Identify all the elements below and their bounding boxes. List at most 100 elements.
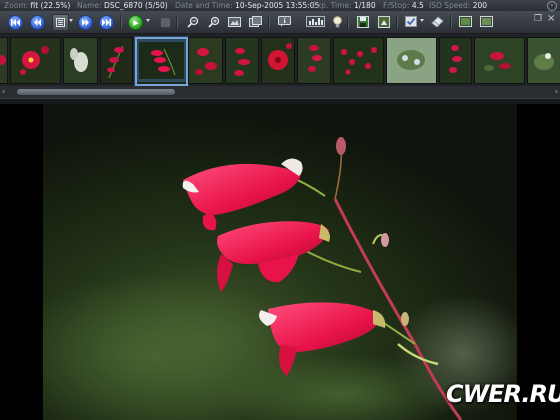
filmstrip-thumbnail[interactable] — [63, 37, 98, 84]
filmstrip-thumbnail[interactable] — [0, 37, 8, 84]
check-button[interactable] — [403, 14, 418, 29]
first-image-button[interactable] — [8, 15, 23, 30]
datetime-value: 10-Sep-2005 13:55:05 — [235, 1, 320, 10]
scroll-left-icon[interactable]: ‹ — [2, 88, 10, 96]
export-button[interactable] — [376, 14, 391, 29]
thumbnail-view-icon — [459, 16, 472, 27]
fstop-label: F/Stop: — [383, 1, 410, 10]
thumbnail-image — [298, 38, 330, 83]
zoom-info: Zoom: fit (22.5%) — [4, 0, 70, 11]
exposure-value: 1/180 — [353, 1, 376, 10]
zoom-out-icon — [186, 16, 198, 28]
thumbnail-image — [189, 38, 222, 83]
toolbar: ▶ ❐ × — [0, 11, 560, 34]
iso-info: ISO Speed: 200 — [429, 0, 487, 11]
next-image-icon — [82, 19, 89, 26]
next-image-button[interactable] — [78, 15, 93, 30]
toolbar-separator — [396, 15, 398, 29]
info-icon — [278, 16, 291, 27]
watermark-text: CWER.RU — [446, 380, 560, 408]
main-photo — [43, 104, 517, 420]
datetime-label: Date and Time: — [175, 1, 233, 10]
light-bulb-icon — [333, 15, 342, 27]
toolbar-separator — [347, 15, 349, 29]
toolbar-separator — [268, 15, 270, 29]
exposure-info: Exp. Time: 1/180 — [312, 0, 376, 11]
thumbnail-image — [334, 38, 383, 83]
info-bar-close-icon[interactable]: › — [547, 1, 557, 11]
filmstrip-thumbnail[interactable] — [261, 37, 295, 84]
thumbnail-view-button[interactable] — [458, 14, 473, 29]
filmstrip-thumbnail[interactable] — [225, 37, 259, 84]
slideshow-dropdown-icon[interactable] — [146, 19, 150, 22]
fstop-info: F/Stop: 4.5 — [383, 0, 424, 11]
image-menu-dropdown-icon[interactable] — [69, 19, 73, 22]
stop-slideshow-button[interactable] — [160, 17, 171, 28]
zoom-label: Zoom: — [4, 1, 29, 10]
first-image-icon — [11, 19, 20, 26]
save-icon — [356, 15, 369, 28]
fit-to-window-button[interactable] — [227, 14, 242, 29]
thumbnail-image — [387, 38, 436, 83]
fit-to-window-icon — [228, 16, 241, 27]
name-label: Name: — [77, 1, 102, 10]
thumbnail-image — [11, 38, 60, 83]
thumbnail-image — [440, 38, 471, 83]
window-icon — [480, 16, 493, 27]
last-image-button[interactable] — [99, 15, 114, 30]
scrollbar-thumb[interactable] — [17, 89, 175, 95]
name-value: DSC_6870 (5/50) — [104, 1, 168, 10]
image-menu-button[interactable] — [52, 14, 69, 31]
exposure-label: Exp. Time: — [312, 1, 352, 10]
thumbnail-image — [528, 38, 560, 83]
full-screen-button[interactable] — [248, 14, 263, 29]
play-slideshow-icon: ▶ — [133, 18, 139, 27]
filmstrip-thumbnail[interactable] — [297, 37, 331, 84]
eraser-button[interactable] — [430, 14, 445, 29]
filmstrip-thumbnail[interactable] — [188, 37, 223, 84]
thumbnail-image — [137, 39, 186, 82]
thumbnail-image — [226, 38, 258, 83]
toolbar-separator — [120, 15, 122, 29]
restore-window-icon[interactable]: ❐ — [534, 15, 543, 24]
save-button[interactable] — [355, 14, 370, 29]
thumbnail-image — [64, 38, 97, 83]
window-button[interactable] — [479, 14, 494, 29]
filmstrip-thumbnail[interactable] — [474, 37, 525, 84]
zoom-out-button[interactable] — [185, 14, 200, 29]
light-bulb-button[interactable] — [330, 14, 345, 29]
full-screen-icon — [249, 16, 262, 27]
iso-value: 200 — [472, 1, 488, 10]
thumbnail-image — [101, 38, 132, 83]
last-image-icon — [102, 19, 111, 26]
check-dropdown-icon[interactable] — [420, 19, 424, 22]
image-viewer[interactable] — [0, 104, 560, 420]
play-slideshow-button[interactable]: ▶ — [128, 15, 143, 30]
thumbnail-image — [475, 38, 524, 83]
zoom-in-button[interactable] — [206, 14, 221, 29]
info-bar: Zoom: fit (22.5%) Name: DSC_6870 (5/50) … — [0, 0, 560, 11]
flower-photo — [43, 104, 517, 420]
filmstrip-scrollbar[interactable]: ‹ › — [0, 86, 560, 98]
close-window-icon[interactable]: × — [547, 14, 556, 24]
filmstrip-thumbnail[interactable] — [439, 37, 472, 84]
filmstrip — [0, 34, 560, 86]
histogram-button[interactable] — [304, 14, 326, 29]
datetime-info: Date and Time: 10-Sep-2005 13:55:05 — [175, 0, 319, 11]
export-icon — [377, 15, 390, 28]
previous-image-icon — [34, 19, 41, 26]
filmstrip-thumbnail[interactable] — [10, 37, 61, 84]
info-button[interactable] — [277, 14, 292, 29]
filmstrip-thumbnail[interactable] — [527, 37, 560, 84]
scroll-right-icon[interactable]: › — [550, 88, 558, 96]
filmstrip-thumbnail[interactable] — [333, 37, 384, 84]
toolbar-separator — [450, 15, 452, 29]
filmstrip-thumbnail[interactable] — [386, 37, 437, 84]
filmstrip-thumbnail[interactable] — [100, 37, 133, 84]
zoom-value: fit (22.5%) — [30, 1, 71, 10]
filmstrip-thumbnail-selected[interactable] — [135, 37, 188, 86]
image-menu-icon — [56, 18, 65, 27]
previous-image-button[interactable] — [30, 15, 45, 30]
thumbnail-image — [0, 38, 7, 83]
zoom-in-icon — [207, 16, 219, 28]
